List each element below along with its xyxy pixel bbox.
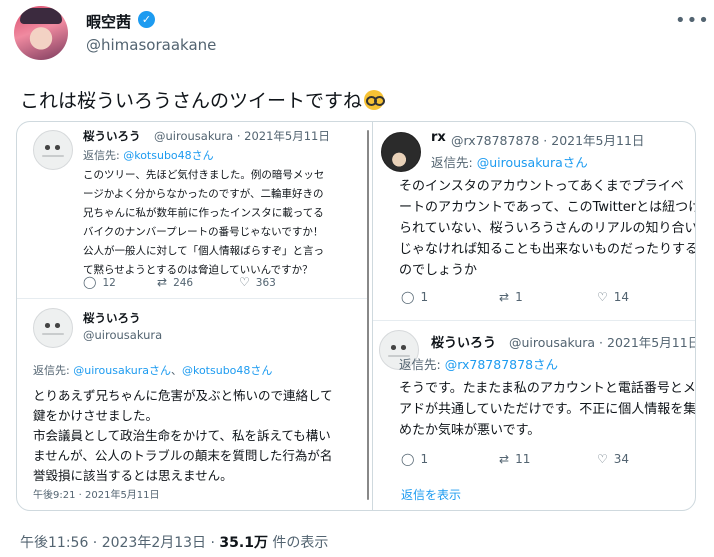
reply-icon: ◯ [401,290,415,304]
like-count: 14 [613,290,630,304]
like-icon: ♡ [239,275,250,289]
uirou-avatar [33,308,73,348]
reply-count: 12 [102,277,116,289]
like-count: 363 [255,277,276,289]
left-t1-retweet-count: ⇄ 246 [157,275,193,289]
left-t2-handle: @uirousakura [83,328,163,342]
mention-link: @uirousakuraさん [73,364,171,377]
reply-count: 1 [420,290,429,304]
attached-image[interactable]: 桜ういろう @uirousakura · 2021年5月11日 返信先: @ko… [16,121,696,511]
body-line: て黙らせようとするのは脅迫していいんですか？ [83,264,313,276]
right-t1-like-count: ♡ 14 [597,290,629,304]
left-t2-timestamp: 午後9:21 · 2021年5月11日 [33,490,160,501]
body-line: とりあえず兄ちゃんに危害が及ぶと怖いので連絡して [33,388,333,403]
body-line: バイクのナンバープレートの番号じゃないですか！ [83,226,324,238]
right-t2-reply: 返信先: @rx78787878さん [399,354,558,373]
tweet-text-content: これは桜ういろうさんのツイートですね [20,90,363,112]
body-line: 兄ちゃんに私が数年前に作ったインスタに載ってる [83,207,324,219]
views-label: 件の表示 [267,535,329,551]
body-line: めたか気味が悪いです。 [399,423,541,438]
body-line: のでしょうか [399,263,478,278]
left-t1-reply: 返信先: @kotsubo48さん [83,147,214,163]
right-t2-like-count: ♡ 34 [597,452,629,466]
reply-join: 、 [170,364,182,377]
body-line: このツリー、先ほど気付きました。例の暗号メッセ [83,169,325,181]
body-line: 公人が一般人に対して「個人情報ばらすぞ」と言っ [83,245,324,257]
right-t2-retweet-count: ⇄ 11 [499,452,530,466]
more-icon[interactable]: ••• [675,10,710,31]
retweet-count: 246 [173,277,194,289]
show-replies-link: 返信を表示 [401,488,462,502]
retweet-count: 1 [515,290,523,304]
reply-prefix: 返信先: [83,149,120,162]
tweet-timestamp[interactable]: 午後11:56 · 2023年2月13日 · [20,535,219,551]
body-line: アドが共通していただけです。不正に個人情報を集 [399,402,696,417]
author-name[interactable]: 暇空茜 [86,11,131,32]
left-t1-handle-date: @uirousakura · 2021年5月11日 [154,129,330,143]
left-t1-reply-count: ◯ 12 [83,275,116,289]
tweet-footer: 午後11:56 · 2023年2月13日 · 35.1万 件の表示 [20,532,328,552]
mention-link: @uirousakuraさん [476,155,588,170]
reply-prefix: 返信先: [431,155,473,170]
body-line: られていない、桜ういろうさんのリアルの知り合い [399,221,696,236]
mention-link: @rx78787878さん [444,357,559,372]
author-avatar[interactable] [14,6,68,60]
left-t2-name: 桜ういろう [83,311,141,325]
left-t1-like-count: ♡ 363 [239,275,276,289]
right-t2-name: 桜ういろう [431,336,497,351]
right-t2-body: そうです。たまたま私のアカウントと電話番号とメ アドが共通していただけです。不正… [399,378,696,441]
right-t1-retweet-count: ⇄ 1 [499,290,523,304]
retweet-icon: ⇄ [499,452,510,466]
right-t1-reply: 返信先: @uirousakuraさん [431,152,588,171]
retweet-icon: ⇄ [157,275,168,289]
like-count: 34 [613,452,630,466]
like-icon: ♡ [597,290,608,304]
body-line: 誉毀損に該当するとは思えません。 [33,468,233,483]
right-t1-handle-date: @rx78787878 · 2021年5月11日 [451,133,645,148]
scrollbar [367,130,369,500]
reply-prefix: 返信先: [33,364,70,377]
right-t2-reply-count: ◯ 1 [401,452,428,466]
left-t2-reply: 返信先: @uirousakuraさん、@kotsubo48さん [33,362,272,378]
mention-link: @kotsubo48さん [123,149,214,162]
uirou-avatar [33,130,73,170]
retweet-icon: ⇄ [499,290,510,304]
body-line: そうです。たまたま私のアカウントと電話番号とメ [399,381,696,396]
right-t2-handle-date: @uirousakura · 2021年5月11日 [509,335,696,350]
retweet-count: 11 [515,452,531,466]
mention-link: @kotsubo48さん [181,364,273,377]
right-t1-reply-count: ◯ 1 [401,290,428,304]
left-t2-body: とりあえず兄ちゃんに危害が及ぶと怖いので連絡して 鍵をかけさせました。 市会議員… [33,386,333,486]
separator [17,298,367,299]
left-t1-body: このツリー、先ほど気付きました。例の暗号メッセ ージかよく分からなかったのですが… [83,166,324,280]
body-line: じゃなければ知ることも出来ないものだったりする [399,242,696,257]
image-divider [372,122,373,510]
nerd-face-emoji [364,90,386,110]
left-t1-name: 桜ういろう [83,129,141,143]
body-line: 鍵をかけさせました。 [33,408,159,423]
separator [373,320,695,321]
right-t1-body: そのインスタのアカウントってあくまでプライベ ートのアカウントであって、このTw… [399,176,696,281]
reply-prefix: 返信先: [399,357,441,372]
view-count: 35.1万 [219,535,268,551]
verified-icon: ✓ [138,11,155,28]
body-line: ートのアカウントであって、このTwitterとは紐つけ [399,200,696,215]
reply-icon: ◯ [83,275,97,289]
tweet-text: これは桜ういろうさんのツイートですね [20,86,386,113]
reply-icon: ◯ [401,452,415,466]
body-line: ませんが、公人のトラブルの顛末を質問した行為が名 [33,448,333,463]
body-line: そのインスタのアカウントってあくまでプライベ [399,179,684,194]
author-handle[interactable]: @himasoraakane [86,36,216,54]
rx-avatar [381,132,421,172]
body-line: ージかよく分からなかったのですが、二輪車好きの [83,188,324,200]
reply-count: 1 [420,452,429,466]
like-icon: ♡ [597,452,608,466]
body-line: 市会議員として政治生命をかけて、私を訴えても構い [33,428,331,443]
right-t1-name: rx [431,130,446,145]
